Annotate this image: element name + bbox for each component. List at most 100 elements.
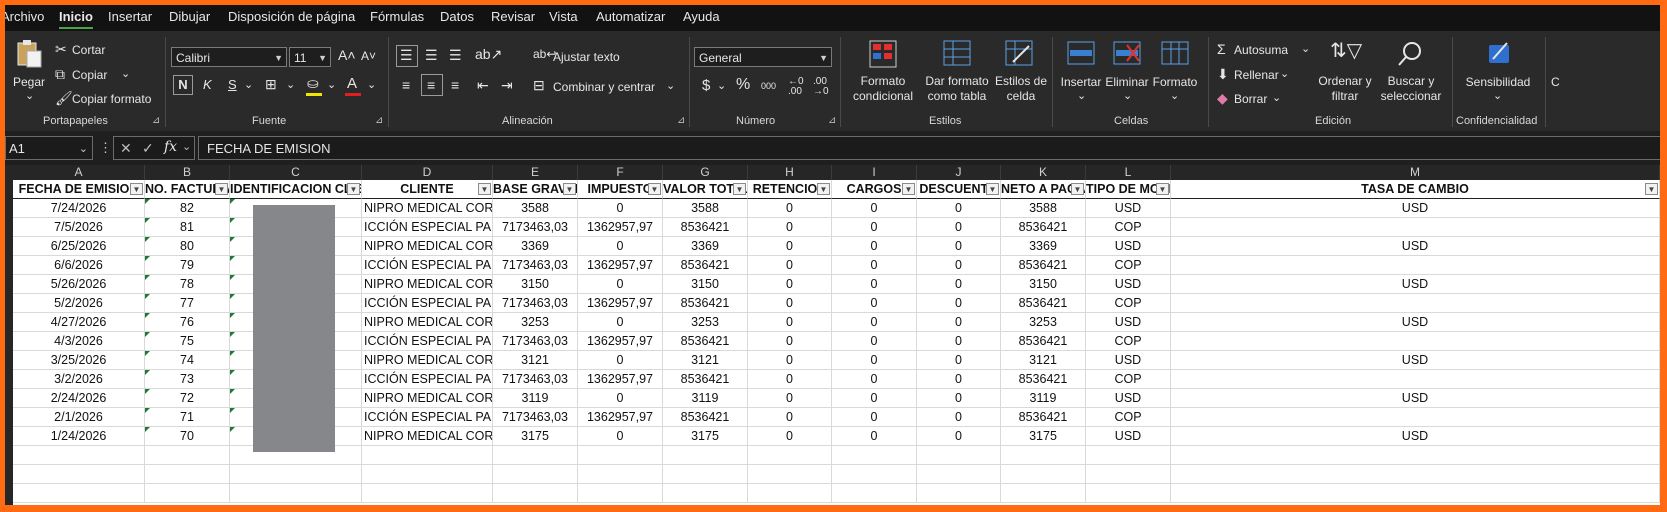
table-cell[interactable]: 5/2/2026 [13,294,145,313]
table-cell[interactable]: 1362957,97 [578,294,663,313]
table-cell[interactable] [1171,446,1660,465]
align-bottom-icon[interactable]: ☰ [449,48,462,62]
table-cell[interactable] [230,484,362,503]
table-cell[interactable]: USD [1086,313,1171,332]
table-cell[interactable] [13,446,145,465]
table-cell[interactable]: 0 [832,408,917,427]
cancel-icon[interactable]: ✕ [120,140,132,157]
table-cell[interactable] [1001,484,1086,503]
table-cell[interactable] [1171,332,1660,351]
dialog-launcher-icon[interactable]: ⊿ [677,115,685,126]
table-cell[interactable] [832,484,917,503]
table-cell[interactable] [1171,484,1660,503]
dialog-launcher-icon[interactable]: ⊿ [375,115,383,126]
table-cell[interactable]: 4/27/2026 [13,313,145,332]
truncated-button-label[interactable]: C [1551,75,1560,90]
table-cell[interactable] [917,446,1001,465]
header-cell[interactable]: IMPUESTO ▼ [578,180,663,199]
table-cell[interactable] [1086,465,1171,484]
currency-icon[interactable]: $ [702,78,710,93]
table-cell[interactable]: 0 [917,256,1001,275]
table-cell[interactable]: 7173463,03 [493,370,578,389]
table-cell[interactable]: ICCIÓN ESPECIAL PARA [362,218,493,237]
header-cell[interactable]: BASE GRAVABLE▼ [493,180,578,199]
table-cell[interactable]: 0 [578,275,663,294]
chevron-down-icon[interactable]: ⌄ [1123,89,1132,102]
table-cell[interactable] [748,484,832,503]
table-cell[interactable]: 3369 [663,237,748,256]
table-cell[interactable]: ICCIÓN ESPECIAL PARA [362,294,493,313]
table-cell[interactable]: 1362957,97 [578,370,663,389]
column-header[interactable]: B [145,165,230,180]
table-cell[interactable]: 3150 [493,275,578,294]
table-cell[interactable]: NIPRO MEDICAL CORP. [362,427,493,446]
font-name-select[interactable]: Calibri ▼ [171,47,287,67]
table-cell[interactable] [1001,446,1086,465]
table-cell[interactable]: 1362957,97 [578,332,663,351]
table-cell[interactable]: 71 [145,408,230,427]
table-cell[interactable]: 1362957,97 [578,218,663,237]
table-cell[interactable]: 0 [917,199,1001,218]
column-header[interactable]: F [578,165,663,180]
wrap-text-button[interactable]: Ajustar texto [553,50,620,64]
table-cell[interactable]: 0 [917,389,1001,408]
table-cell[interactable]: NIPRO MEDICAL CORP. [362,237,493,256]
tab-formulas[interactable]: Fórmulas [370,9,424,24]
table-cell[interactable]: USD [1086,275,1171,294]
table-cell[interactable]: 7/5/2026 [13,218,145,237]
table-cell[interactable] [230,465,362,484]
filter-dropdown-icon[interactable]: ▼ [215,183,228,195]
table-cell[interactable]: 8536421 [1001,218,1086,237]
table-cell[interactable]: 0 [578,389,663,408]
table-cell[interactable]: 3369 [493,237,578,256]
chevron-down-icon[interactable]: ⌄ [367,78,376,91]
table-cell[interactable] [145,484,230,503]
filter-dropdown-icon[interactable]: ▼ [902,183,915,195]
table-cell[interactable] [832,465,917,484]
tab-vista[interactable]: Vista [549,9,578,24]
table-cell[interactable]: 1362957,97 [578,256,663,275]
delete-cells-button[interactable]: Eliminar [1103,75,1151,90]
table-cell[interactable]: 5/26/2026 [13,275,145,294]
table-cell[interactable] [1171,294,1660,313]
table-cell[interactable] [145,465,230,484]
decrease-font-icon[interactable]: A˅ [361,50,376,62]
decrease-indent-icon[interactable]: ⇤ [477,78,489,92]
table-cell[interactable]: 0 [748,218,832,237]
table-cell[interactable]: 70 [145,427,230,446]
table-cell[interactable]: 72 [145,389,230,408]
increase-font-icon[interactable]: A˄ [338,48,356,62]
table-cell[interactable]: 3119 [1001,389,1086,408]
filter-dropdown-icon[interactable]: ▼ [478,183,491,195]
table-cell[interactable]: 0 [832,218,917,237]
increase-indent-icon[interactable]: ⇥ [501,78,513,92]
table-cell[interactable] [362,465,493,484]
table-cell[interactable]: 0 [832,256,917,275]
orientation-icon[interactable]: ab↗ [475,47,502,61]
table-cell[interactable]: 7/24/2026 [13,199,145,218]
table-cell[interactable]: 0 [578,237,663,256]
table-cell[interactable]: 78 [145,275,230,294]
chevron-down-icon[interactable]: ⌄ [182,140,191,153]
table-cell[interactable] [1171,256,1660,275]
table-cell[interactable]: 0 [832,275,917,294]
font-size-select[interactable]: 11 ▼ [289,47,331,67]
table-cell[interactable]: COP [1086,332,1171,351]
header-cell[interactable]: VALOR TOTAL ▼ [663,180,748,199]
header-cell[interactable]: IDENTIFICACION CLIENTE▼ [230,180,362,199]
column-header[interactable]: J [917,165,1001,180]
table-cell[interactable] [493,446,578,465]
table-cell[interactable]: 75 [145,332,230,351]
table-cell[interactable]: 0 [832,332,917,351]
column-header[interactable]: I [832,165,917,180]
table-cell[interactable]: USD [1086,351,1171,370]
decrease-decimal-icon[interactable]: .00 →0 [813,77,829,97]
column-header[interactable]: A [13,165,145,180]
table-cell[interactable] [578,446,663,465]
chevron-down-icon[interactable]: ⌄ [1301,42,1310,55]
table-cell[interactable] [663,446,748,465]
align-left-icon[interactable]: ≡ [402,78,410,92]
column-header[interactable]: L [1086,165,1171,180]
table-cell[interactable]: 0 [748,256,832,275]
table-cell[interactable]: 0 [748,199,832,218]
